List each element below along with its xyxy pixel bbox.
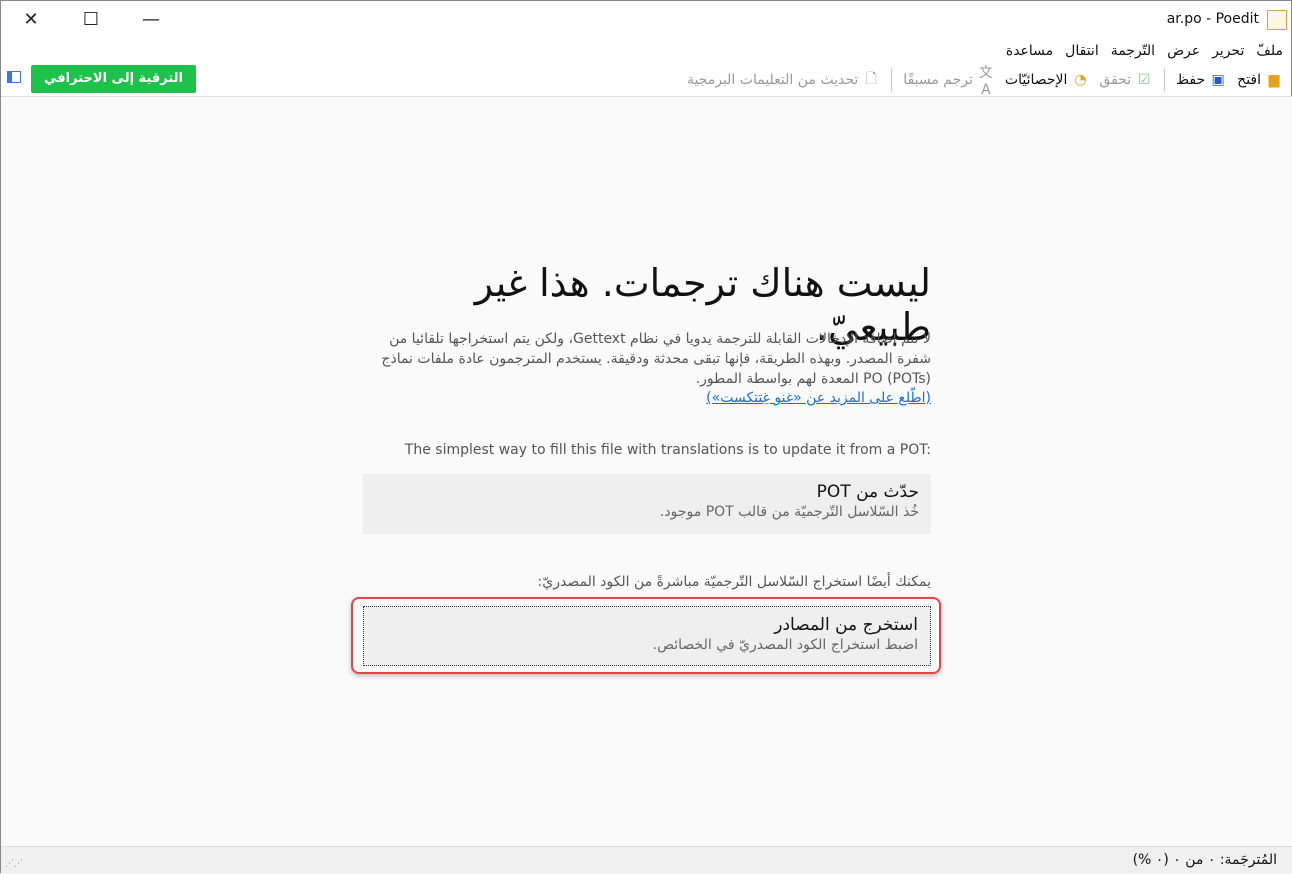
extract-subtitle: اضبط استخراج الكود المصدريّ في الخصائص. <box>652 637 918 653</box>
toolbar-separator <box>1164 68 1166 92</box>
close-button[interactable]: ✕ <box>11 7 51 33</box>
validate-button[interactable]: ☑ تحقق <box>1097 72 1155 88</box>
pot-hint-text: The simplest way to fill this file with … <box>404 442 931 458</box>
empty-state-description: لا تتم إضافة الإدخالات القابلة للترجمة ي… <box>381 331 931 387</box>
menu-file[interactable]: ملفّ <box>1256 43 1283 59</box>
stats-label: الإحصائيّات <box>1004 72 1068 88</box>
source-hint-text: يمكنك أيضًا استخراج السّلاسل التّرجميّة … <box>537 574 931 590</box>
checkbox-icon: ☑ <box>1137 72 1151 88</box>
translate-icon: 文A <box>978 65 993 98</box>
main-content <box>1 96 1292 846</box>
menu-go[interactable]: انتقال <box>1065 43 1099 59</box>
extract-title: استخرج من المصادر <box>774 615 918 635</box>
pretranslate-button[interactable]: 文A ترجم مسبقًا <box>901 62 997 98</box>
validate-label: تحقق <box>1099 72 1132 88</box>
update-source-label: تحديث من التعليمات البرمجية <box>686 72 859 88</box>
learn-more-gettext-link[interactable]: (اطّلع على المزيد عن «غنو غِتتكست») <box>363 390 931 406</box>
toolbar-separator <box>891 68 893 92</box>
update-from-pot-subtitle: خُذ السّلاسل التّرجميّة من قالب POT موجو… <box>659 504 919 520</box>
title-bar: ✕ ☐ — ar.po - Poedit <box>1 1 1292 39</box>
update-from-pot-button[interactable]: حدّث من POT خُذ السّلاسل التّرجميّة من ق… <box>363 474 931 534</box>
menu-view[interactable]: عرض <box>1167 43 1200 59</box>
menu-help[interactable]: مساعدة <box>1006 43 1053 59</box>
translated-count: المُترجَمة: ٠ من ٠ (٠ %) <box>1132 852 1277 868</box>
pie-chart-icon: ◔ <box>1074 72 1087 88</box>
status-bar <box>1 846 1292 874</box>
menu-edit[interactable]: تحرير <box>1212 43 1244 59</box>
folder-icon: ▆ <box>1268 72 1280 88</box>
open-label: افتح <box>1237 72 1261 88</box>
resize-grip-icon[interactable]: ⋰⋰ <box>5 859 23 869</box>
menu-translation[interactable]: التّرجمة <box>1111 43 1155 59</box>
open-button[interactable]: ▆ افتح <box>1235 72 1285 88</box>
upgrade-pro-button[interactable]: الترقية إلى الاحترافي <box>31 65 196 93</box>
save-button[interactable]: ▣ حفظ <box>1174 72 1229 88</box>
maximize-button[interactable]: ☐ <box>71 7 111 33</box>
update-from-pot-title: حدّث من POT <box>816 482 919 502</box>
extract-from-sources-button[interactable]: استخرج من المصادر اضبط استخراج الكود الم… <box>363 606 931 666</box>
sidebar-toggle-icon[interactable] <box>7 71 21 83</box>
toolbar: ▆ افتح ▣ حفظ ☑ تحقق ◔ الإحصائيّات 文A ترجم مسب… <box>685 65 1285 98</box>
poedit-app-icon <box>1267 10 1287 30</box>
statistics-button[interactable]: ◔ الإحصائيّات <box>1003 72 1092 88</box>
window-title: ar.po - Poedit <box>1166 11 1259 27</box>
document-icon: 🗋 <box>865 71 877 87</box>
pretranslate-label: ترجم مسبقًا <box>903 72 973 88</box>
save-label: حفظ <box>1176 72 1206 88</box>
menu-bar: ملفّ تحرير عرض التّرجمة انتقال مساعدة <box>1006 43 1283 59</box>
minimize-button[interactable]: — <box>131 7 171 33</box>
save-icon: ▣ <box>1211 72 1225 88</box>
update-from-source-button[interactable]: 🗋 تحديث من التعليمات البرمجية <box>685 68 882 92</box>
